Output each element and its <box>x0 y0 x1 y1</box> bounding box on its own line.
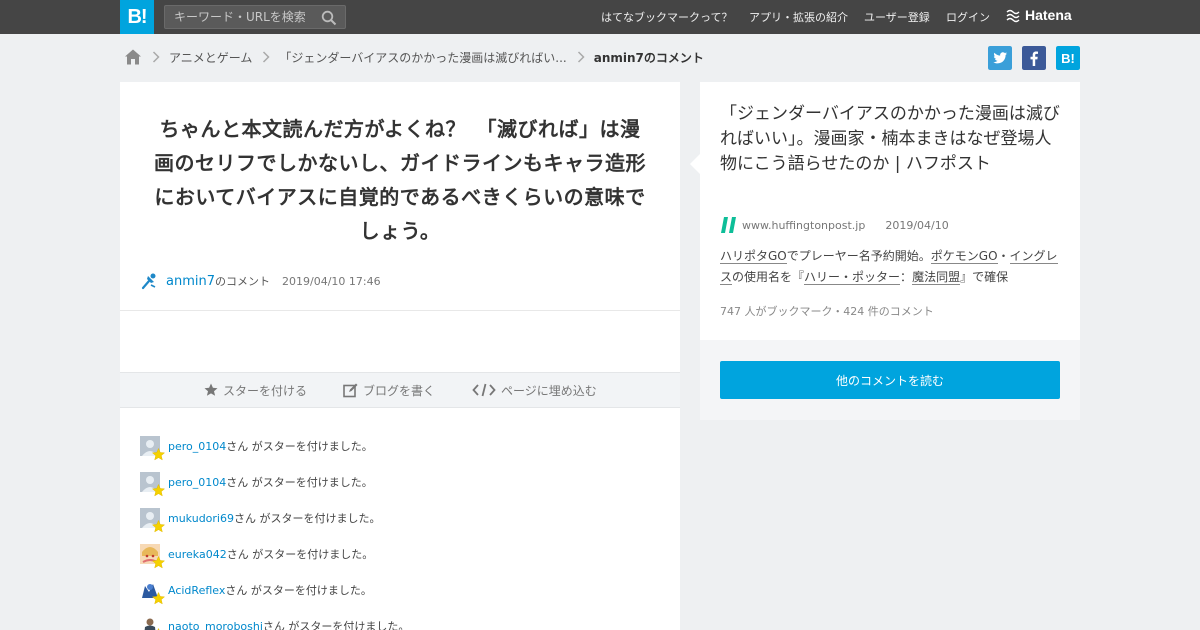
keyword-link[interactable]: ハリポタGO <box>720 249 787 264</box>
star-icon <box>152 448 165 461</box>
star-list-item: AcidReflex さん がスターを付けました。 <box>140 572 660 608</box>
star-username[interactable]: naoto_moroboshi <box>168 620 263 630</box>
card-pointer <box>690 154 700 174</box>
add-star-button[interactable]: スターを付ける <box>204 373 307 407</box>
entry-domain[interactable]: www.huffingtonpost.jp <box>742 219 865 232</box>
read-more-comments-button[interactable]: 他のコメントを読む <box>720 361 1060 399</box>
star-list-item: mukudori69 さん がスターを付けました。 <box>140 500 660 536</box>
star-icon <box>204 383 218 396</box>
comment-user-suffix: のコメント <box>215 275 270 288</box>
entry-card: 「ジェンダーバイアスのかかった漫画は滅びればいい」。漫画家・楠本まきはなぜ登場人… <box>690 82 1080 340</box>
star-message: さん がスターを付けました。 <box>233 512 381 525</box>
star-message: さん がスターを付けました。 <box>226 440 373 453</box>
star-message: さん がスターを付けました。 <box>262 620 410 630</box>
divider <box>120 310 680 311</box>
star-list-item: pero_0104 さん がスターを付けました。 <box>140 428 660 464</box>
nav-login[interactable]: ログイン <box>946 9 990 25</box>
edit-icon <box>343 383 358 397</box>
hatena-bookmark-logo[interactable]: B! <box>120 0 154 34</box>
top-bar: B! はてなブックマークって？ アプリ・拡張の紹介 ユーザー登録 ログイン Ha… <box>0 0 1200 34</box>
star-list-item: eureka042 さん がスターを付けました。 <box>140 536 660 572</box>
excerpt-text: ・ <box>997 249 1010 263</box>
avatar[interactable] <box>140 616 160 630</box>
nav-apps[interactable]: アプリ・拡張の紹介 <box>749 9 848 25</box>
star-message: さん がスターを付けました。 <box>226 476 373 489</box>
nav-about-bookmark[interactable]: はてなブックマークって？ <box>601 9 732 25</box>
breadcrumb-category[interactable]: アニメとゲーム <box>169 49 252 66</box>
entry-excerpt: ハリポタGOでプレーヤー名予約開始。ポケモンGO・イングレスの使用名を『ハリー・… <box>720 246 1060 288</box>
star-username[interactable]: AcidReflex <box>168 584 225 597</box>
excerpt-text: 』で確保 <box>960 270 1009 284</box>
bookmark-stats[interactable]: 747 人がブックマーク・424 件のコメント <box>720 303 934 319</box>
search-input[interactable] <box>165 6 315 28</box>
star-list-item: naoto_moroboshi さん がスターを付けました。 <box>140 608 660 630</box>
entry-source: www.huffingtonpost.jp 2019/04/10 <box>720 216 949 234</box>
hatena-bookmark-icon[interactable]: B! <box>1056 46 1080 70</box>
star-message: さん がスターを付けました。 <box>226 548 374 561</box>
home-icon[interactable] <box>124 48 142 66</box>
embed-label: ページに埋め込む <box>501 383 597 398</box>
user-profile-icon[interactable] <box>140 272 158 290</box>
star-icon <box>152 592 165 605</box>
twitter-icon[interactable] <box>988 46 1012 70</box>
action-bar: スターを付ける ブログを書く ページに埋め込む <box>120 372 680 408</box>
avatar[interactable] <box>140 544 165 569</box>
comment-card: ちゃんと本文読んだ方がよくね？ 「滅びれば」は漫画のセリフでしかないし、ガイドラ… <box>120 82 680 630</box>
huffpost-favicon-icon <box>720 217 736 233</box>
comment-meta: anmin7 のコメント 2019/04/10 17:46 <box>140 270 381 292</box>
excerpt-text: ： <box>900 270 913 284</box>
entry-footer: 他のコメントを読む <box>700 340 1080 420</box>
embed-button[interactable]: ページに埋め込む <box>472 373 597 407</box>
avatar[interactable] <box>140 436 165 461</box>
keyword-link[interactable]: ハリー・ポッター <box>804 270 901 285</box>
excerpt-text: でプレーヤー名予約開始。 <box>786 249 931 263</box>
add-star-label: スターを付ける <box>223 383 308 398</box>
star-username[interactable]: pero_0104 <box>168 440 226 453</box>
write-blog-label: ブログを書く <box>363 383 436 398</box>
star-icon <box>152 556 165 569</box>
avatar[interactable] <box>140 472 165 497</box>
search-icon[interactable] <box>321 10 337 26</box>
keyword-link[interactable]: ポケモンGO <box>930 249 998 264</box>
star-username[interactable]: mukudori69 <box>168 512 234 525</box>
avatar[interactable] <box>140 508 165 533</box>
nav-register[interactable]: ユーザー登録 <box>864 9 930 25</box>
comment-date[interactable]: 2019/04/10 17:46 <box>282 275 381 288</box>
svg-text:B!: B! <box>1061 51 1075 66</box>
star-list: pero_0104 さん がスターを付けました。 pero_0104 さん がス… <box>140 428 660 630</box>
excerpt-text: の使用名を『 <box>732 270 805 284</box>
entry-date: 2019/04/10 <box>885 218 949 232</box>
chevron-right-icon <box>263 51 270 63</box>
star-list-item: pero_0104 さん がスターを付けました。 <box>140 464 660 500</box>
avatar[interactable] <box>140 580 165 605</box>
breadcrumb: アニメとゲーム 「ジェンダーバイアスのかかった漫画は滅びればい... anmin… <box>124 46 704 68</box>
comment-username[interactable]: anmin7 <box>166 274 215 289</box>
code-icon <box>472 383 496 397</box>
star-icon <box>152 520 165 533</box>
star-icon <box>152 484 165 497</box>
entry-title[interactable]: 「ジェンダーバイアスのかかった漫画は滅びればいい」。漫画家・楠本まきはなぜ登場人… <box>720 102 1064 177</box>
chevron-right-icon <box>152 51 160 63</box>
hatena-brand[interactable]: Hatena <box>1025 7 1072 23</box>
chevron-right-icon <box>577 51 585 63</box>
star-message: さん がスターを付けました。 <box>225 584 372 597</box>
facebook-icon[interactable] <box>1022 46 1046 70</box>
hatena-mark-icon <box>1006 9 1020 23</box>
breadcrumb-entry[interactable]: 「ジェンダーバイアスのかかった漫画は滅びればい... <box>279 49 566 66</box>
write-blog-button[interactable]: ブログを書く <box>343 373 435 407</box>
comment-text: ちゃんと本文読んだ方がよくね？ 「滅びれば」は漫画のセリフでしかないし、ガイドラ… <box>154 117 646 243</box>
keyword-link[interactable]: 魔法同盟 <box>912 270 961 285</box>
breadcrumb-current: anmin7のコメント <box>593 50 704 65</box>
search-box[interactable] <box>164 5 346 29</box>
star-username[interactable]: eureka042 <box>168 548 227 561</box>
star-username[interactable]: pero_0104 <box>168 476 226 489</box>
